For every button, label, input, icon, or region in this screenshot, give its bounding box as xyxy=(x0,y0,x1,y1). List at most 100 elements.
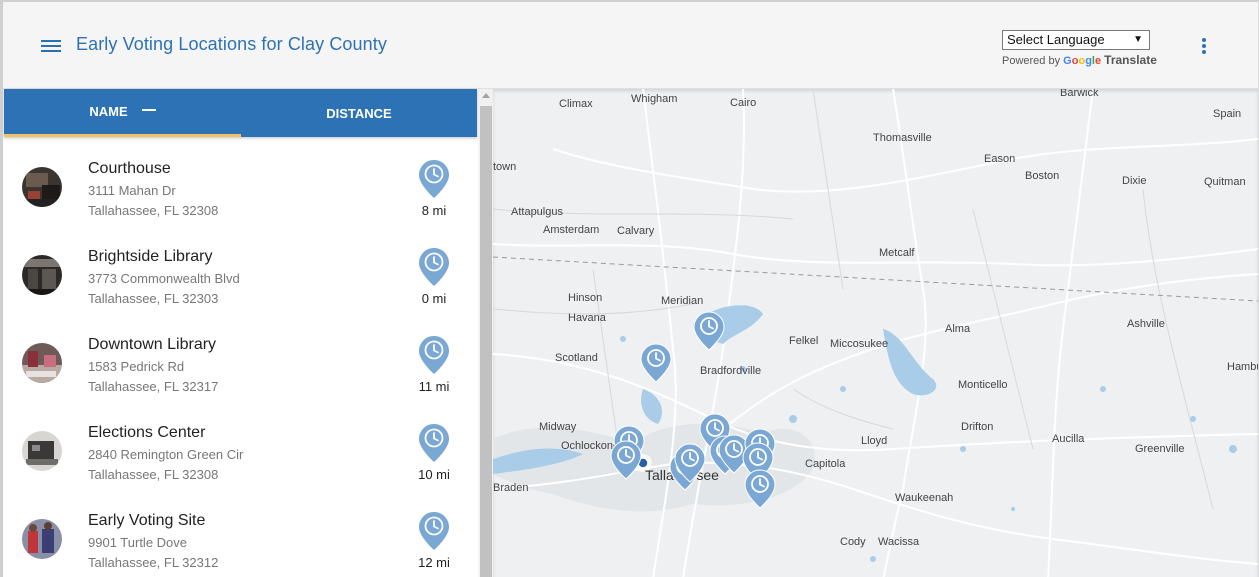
map-label: Felkel xyxy=(789,335,819,347)
tab-distance[interactable]: DISTANCE xyxy=(241,89,477,137)
map-marker-clock-icon[interactable] xyxy=(640,343,672,383)
map-label: Hambur xyxy=(1227,361,1258,373)
map-label: Climax xyxy=(559,98,593,110)
list-scrollbar[interactable] xyxy=(479,89,493,577)
page-title: Early Voting Locations for Clay County xyxy=(76,34,387,54)
map-label: Spain xyxy=(1213,108,1242,120)
map-label: town xyxy=(493,161,517,173)
avatar xyxy=(22,343,62,383)
language-select-value: Select Language xyxy=(1007,32,1105,47)
map-label: Thomasville xyxy=(873,132,932,144)
map-view[interactable]: Climax Whigham Cairo Barwick Spain Thoma… xyxy=(493,89,1258,577)
location-address: 1583 Pedrick Rd xyxy=(88,359,185,374)
map-label: Barwick xyxy=(1060,89,1099,99)
location-distance: 12 mi xyxy=(418,555,450,570)
google-logo: Google xyxy=(1063,55,1102,67)
avatar xyxy=(22,255,62,295)
map-label: Miccosukee xyxy=(830,338,889,350)
tab-distance-label: DISTANCE xyxy=(326,105,392,121)
locations-list: Courthouse 3111 Mahan Dr Tallahassee, FL… xyxy=(4,137,477,577)
map-label: Wacissa xyxy=(878,536,920,548)
location-distance: 8 mi xyxy=(421,203,447,218)
map-label: Havana xyxy=(568,312,606,324)
location-city: Tallahassee, FL 32308 xyxy=(88,467,219,482)
list-item[interactable]: Downtown Library 1583 Pedrick Rd Tallaha… xyxy=(4,313,477,401)
location-address: 9901 Turtle Dove xyxy=(88,535,188,550)
map-label: Scotland xyxy=(555,352,598,364)
clock-pin-icon xyxy=(418,247,450,292)
map-marker-clock-icon[interactable] xyxy=(693,311,725,351)
map-label: Attapulgus xyxy=(511,206,563,218)
avatar xyxy=(22,167,62,207)
map-label: Alma xyxy=(945,323,971,335)
map-label: Meridian xyxy=(661,295,704,307)
more-options-icon[interactable] xyxy=(1201,38,1207,56)
map-label: Amsterdam xyxy=(543,224,600,236)
location-address: 3111 Mahan Dr xyxy=(88,183,176,198)
map-label: Cairo xyxy=(730,97,757,109)
map-background xyxy=(493,89,1258,577)
map-label: Dixie xyxy=(1122,175,1147,187)
location-city: Tallahassee, FL 32308 xyxy=(88,203,219,218)
map-marker-clock-icon[interactable] xyxy=(610,440,642,480)
map-label: Midway xyxy=(539,421,577,433)
tab-name-label: NAME xyxy=(89,104,128,119)
top-app-bar: Early Voting Locations for Clay County S… xyxy=(3,2,1258,89)
map-label: Ashville xyxy=(1127,318,1165,330)
map-label: Greenville xyxy=(1135,443,1185,455)
map-label: Hinson xyxy=(568,292,603,304)
location-name: Courthouse xyxy=(88,160,171,177)
location-distance: 11 mi xyxy=(418,379,450,394)
map-label: Waukeenah xyxy=(895,492,954,504)
map-label: Whigham xyxy=(631,93,678,105)
list-item[interactable]: Elections Center 2840 Remington Green Ci… xyxy=(4,401,477,489)
map-label: Lloyd xyxy=(861,435,888,447)
sort-indicator-icon xyxy=(141,109,156,111)
translate-link[interactable]: Translate xyxy=(1104,53,1157,67)
map-label: Eason xyxy=(984,153,1016,165)
list-item[interactable]: Courthouse 3111 Mahan Dr Tallahassee, FL… xyxy=(4,137,477,225)
location-name: Downtown Library xyxy=(88,336,217,353)
location-name: Elections Center xyxy=(88,424,206,441)
location-city: Tallahassee, FL 32312 xyxy=(88,555,219,570)
google-translate-attribution: Powered by Google Translate xyxy=(1002,53,1157,67)
locations-panel: NAME DISTANCE Courthouse 3111 Mahan Dr T… xyxy=(4,89,477,577)
location-city: Tallahassee, FL 32303 xyxy=(88,291,219,306)
location-city: Tallahassee, FL 32317 xyxy=(88,379,219,394)
map-marker-clock-icon[interactable] xyxy=(744,469,776,509)
hamburger-menu-icon[interactable] xyxy=(41,38,61,54)
location-distance: 10 mi xyxy=(418,467,450,482)
tab-name[interactable]: NAME xyxy=(4,89,241,137)
dropdown-caret-icon: ▼ xyxy=(1133,34,1143,45)
map-label: Metcalf xyxy=(879,247,915,259)
sort-tabs: NAME DISTANCE xyxy=(4,89,477,137)
language-select[interactable]: Select Language ▼ xyxy=(1002,30,1150,50)
clock-pin-icon xyxy=(418,335,450,380)
location-address: 3773 Commonwealth Blvd xyxy=(88,271,240,286)
clock-pin-icon xyxy=(418,423,450,468)
clock-pin-icon xyxy=(418,159,450,204)
location-name: Brightside Library xyxy=(88,248,213,265)
location-distance: 0 mi xyxy=(421,291,447,306)
map-label: Drifton xyxy=(961,421,994,433)
list-item[interactable]: Early Voting Site 9901 Turtle Dove Talla… xyxy=(4,489,477,577)
map-label: Quitman xyxy=(1204,176,1246,188)
location-name: Early Voting Site xyxy=(88,512,206,529)
avatar xyxy=(22,519,62,559)
clock-pin-icon xyxy=(418,511,450,556)
scroll-thumb[interactable] xyxy=(480,106,492,577)
map-label: Boston xyxy=(1025,170,1060,182)
location-address: 2840 Remington Green Cir xyxy=(88,447,244,462)
app-window: Early Voting Locations for Clay County S… xyxy=(0,0,1259,577)
powered-by-label: Powered by xyxy=(1002,55,1061,67)
map-label: Monticello xyxy=(958,379,1008,391)
scroll-up-arrow-icon[interactable] xyxy=(482,93,490,98)
avatar xyxy=(22,431,62,471)
map-label: Aucilla xyxy=(1052,433,1085,445)
list-item[interactable]: Brightside Library 3773 Commonwealth Blv… xyxy=(4,225,477,313)
map-label: Bradfordville xyxy=(700,365,762,377)
map-label: Cody xyxy=(840,536,866,548)
map-label: Capitola xyxy=(805,458,846,470)
map-label: Calvary xyxy=(617,225,655,237)
map-label: Braden xyxy=(493,482,529,494)
